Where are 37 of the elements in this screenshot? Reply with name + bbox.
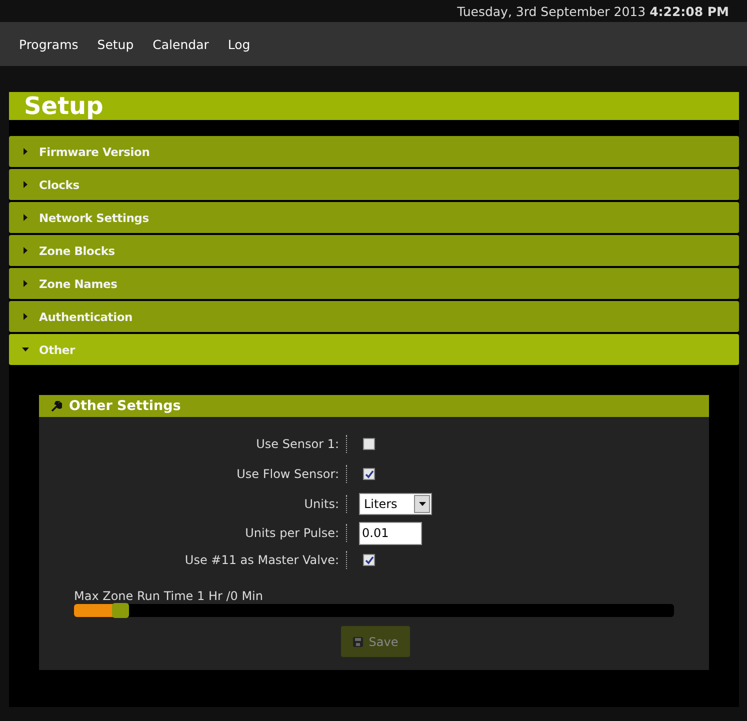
caret-icon (22, 148, 29, 155)
field-label: Use #11 as Master Valve: (184, 553, 339, 567)
caret-icon (22, 214, 29, 221)
caret-icon (22, 346, 29, 353)
caret-icon (22, 181, 29, 188)
caret-icon (22, 313, 29, 320)
field-label: Use Sensor 1: (255, 437, 339, 451)
accordion-header[interactable]: Other (9, 334, 739, 365)
nav-link[interactable]: Log (228, 36, 250, 52)
slider-track[interactable] (74, 604, 674, 617)
nav-link[interactable]: Setup (97, 36, 134, 52)
units-dropdown[interactable]: Liters (359, 493, 432, 515)
input-field[interactable]: 0.01 (359, 522, 422, 544)
accordion-header[interactable]: Zone Blocks (9, 235, 739, 266)
field-label: Use Flow Sensor: (236, 467, 339, 481)
accordion-header[interactable]: Clocks (9, 169, 739, 200)
date-text: Tuesday, 3rd September 2013 (457, 4, 646, 18)
page-title: Setup (9, 92, 739, 120)
checkbox[interactable] (363, 554, 375, 566)
accordion-header[interactable]: Authentication (9, 301, 739, 332)
checkbox[interactable] (363, 438, 375, 450)
caret-icon (22, 247, 29, 254)
caret-icon (22, 280, 29, 287)
nav-link[interactable]: Programs (19, 36, 78, 52)
slider-handle[interactable] (112, 603, 129, 618)
wrench-icon (51, 400, 62, 412)
time-text: 4:22:08 PM (650, 4, 729, 18)
card-title: Other Settings (69, 398, 181, 414)
caret-icon (418, 502, 426, 506)
accordion-header[interactable]: Network Settings (9, 202, 739, 233)
accordion-header[interactable]: Zone Names (9, 268, 739, 299)
accordion-header[interactable]: Firmware Version (9, 136, 739, 167)
nav-link[interactable]: Calendar (152, 36, 209, 52)
field-label: Units: (303, 497, 339, 511)
checkbox[interactable] (363, 468, 375, 480)
field-label: Units per Pulse: (244, 526, 339, 540)
slider-label: Max Zone Run Time 1 Hr /0 Min (74, 589, 264, 603)
